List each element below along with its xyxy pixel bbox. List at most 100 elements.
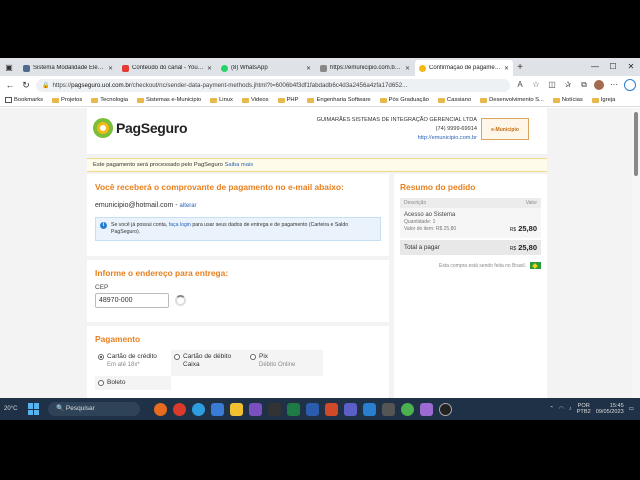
bookmark-folder-noticias[interactable]: Notícias <box>552 97 583 103</box>
window-menu-icon[interactable]: ▣ <box>0 58 18 76</box>
file-explorer-icon[interactable] <box>230 402 243 416</box>
bookmark-label: Engenharia Software <box>316 97 371 103</box>
payment-option-pix[interactable]: Pix Débito Online <box>247 350 323 376</box>
clock[interactable]: 15:45 09/05/2023 <box>596 403 624 416</box>
favorite-star-icon[interactable]: ☆ <box>530 79 542 91</box>
payment-option-debit[interactable]: Cartão de débito Caixa <box>171 350 247 376</box>
page-scrollbar[interactable] <box>632 108 640 398</box>
teams-icon[interactable] <box>344 402 357 416</box>
scrollbar-thumb[interactable] <box>634 112 638 176</box>
tab-0[interactable]: Sistema Modalidade Eletrônica ✕ <box>19 60 117 76</box>
learn-more-link[interactable]: Saiba mais <box>225 162 254 168</box>
radio-selected-icon[interactable] <box>98 354 104 360</box>
edge-icon[interactable] <box>192 402 205 416</box>
reload-icon[interactable]: ↻ <box>20 79 32 91</box>
store-icon[interactable] <box>211 402 224 416</box>
back-arrow-icon[interactable]: ← <box>4 79 16 91</box>
bookmark-folder-linux[interactable]: Linux <box>210 97 233 103</box>
calculator-icon[interactable] <box>382 402 395 416</box>
profile-avatar-icon[interactable] <box>594 80 604 90</box>
close-icon[interactable]: ✕ <box>306 65 311 72</box>
youtube-icon <box>122 64 129 72</box>
radio-icon[interactable] <box>98 380 104 386</box>
photos-icon[interactable] <box>420 402 433 416</box>
payment-option-boleto[interactable]: Boleto <box>95 376 171 390</box>
chrome-icon[interactable] <box>173 402 186 416</box>
close-icon[interactable]: ✕ <box>405 65 410 72</box>
windows-taskbar: 20°C 🔍 Pesquisar ⌃ ◠ ♪ POR PTB2 15:45 09… <box>0 398 640 420</box>
tab-2[interactable]: (8) WhatsApp ✕ <box>217 60 315 76</box>
excel-icon[interactable] <box>287 402 300 416</box>
change-email-link[interactable]: alterar <box>180 203 197 209</box>
payment-option-credit[interactable]: Cartão de crédito Em até 18x* <box>95 350 171 376</box>
bookmark-folder-engenharia[interactable]: Engenharia Software <box>307 97 371 103</box>
word-icon[interactable] <box>306 402 319 416</box>
maximize-icon[interactable]: ☐ <box>604 58 622 76</box>
minimize-icon[interactable]: — <box>586 58 604 76</box>
bing-copilot-icon[interactable] <box>624 79 636 91</box>
read-aloud-icon[interactable]: A <box>514 79 526 91</box>
powerpoint-icon[interactable] <box>325 402 338 416</box>
bookmark-folder-desenvolvimento[interactable]: Desenvolvimento S... <box>480 97 544 103</box>
bookmark-folder-php[interactable]: PHP <box>277 97 298 103</box>
new-tab-button[interactable]: + <box>513 60 527 76</box>
order-summary-column: Resumo do pedido Descrição Valor Acesso … <box>394 174 547 398</box>
close-window-icon[interactable]: ✕ <box>622 58 640 76</box>
obs-icon[interactable] <box>439 402 452 416</box>
folder-icon <box>210 97 218 103</box>
checkout-header: PagSeguro GUIMARÃES SISTEMAS DE INTEGRAÇ… <box>87 108 547 156</box>
taskbar-search[interactable]: 🔍 Pesquisar <box>48 402 140 416</box>
login-link[interactable]: faça login <box>169 222 191 228</box>
chrome-profile-icon[interactable] <box>401 402 414 416</box>
order-summary: Resumo do pedido Descrição Valor Acesso … <box>394 174 547 398</box>
url-path: /checkout/nc/sender-data-payment-methods… <box>130 81 408 89</box>
speaker-icon[interactable]: ♪ <box>569 406 572 412</box>
weather-widget[interactable]: 20°C <box>4 406 22 412</box>
bookmark-label: Projetos <box>61 97 83 103</box>
bookmark-folder-sistemas[interactable]: Sistemas e-Municipio <box>136 97 201 103</box>
language-indicator[interactable]: POR PTB2 <box>577 403 591 415</box>
tab-4-active[interactable]: Confirmação de pagamento ✕ <box>415 60 513 76</box>
visual-studio-icon[interactable] <box>249 402 262 416</box>
tray-chevron-icon[interactable]: ⌃ <box>549 406 554 412</box>
summary-header: Descrição Valor <box>400 198 541 208</box>
checkout-form: Você receberá o comprovante de pagamento… <box>87 174 389 398</box>
lang-line-2: PTB2 <box>576 409 591 415</box>
cep-input[interactable]: 48970-000 <box>95 293 169 308</box>
merchant-phone: (74) 9999-69914 <box>435 126 477 132</box>
notification-icon[interactable]: ▭ <box>629 406 634 412</box>
close-icon[interactable]: ✕ <box>207 65 212 72</box>
close-icon[interactable]: ✕ <box>504 65 509 72</box>
bookmark-bookmarks[interactable]: Bookmarks <box>5 97 43 103</box>
wifi-icon[interactable]: ◠ <box>559 406 564 412</box>
bookmark-folder-projetos[interactable]: Projetos <box>52 97 82 103</box>
url-field[interactable]: 🔒 https://pagseguro.uol.com.br/checkout/n… <box>36 78 510 92</box>
remote-desktop-icon[interactable] <box>363 402 376 416</box>
bookmark-folder-igreja[interactable]: Igreja <box>591 97 615 103</box>
merchant-url[interactable]: http://emunicipio.com.br <box>317 134 477 143</box>
window-controls: — ☐ ✕ <box>586 58 640 76</box>
favorites-icon[interactable]: ✰ <box>562 79 574 91</box>
terminal-icon[interactable] <box>268 402 281 416</box>
bookmark-label: Cassiano <box>446 97 472 103</box>
bookmark-folder-videos[interactable]: Videos <box>241 97 269 103</box>
info-icon: i <box>100 222 107 229</box>
lock-icon[interactable]: 🔒 <box>42 83 49 89</box>
close-icon[interactable]: ✕ <box>108 65 113 72</box>
url-prefix: https:// <box>52 81 72 89</box>
windows-start-icon[interactable] <box>28 403 40 415</box>
tab-3[interactable]: https://emunicipio.com.br/pro ✕ <box>316 60 414 76</box>
tab-label: Confirmação de pagamento <box>429 65 501 71</box>
option-sub: Caixa <box>183 361 200 368</box>
firefox-icon[interactable] <box>154 402 167 416</box>
radio-icon[interactable] <box>174 354 180 360</box>
collections-icon[interactable]: ⧉ <box>578 79 590 91</box>
radio-icon[interactable] <box>250 354 256 360</box>
bookmark-folder-cassiano[interactable]: Cassiano <box>437 97 472 103</box>
more-menu-icon[interactable]: ⋯ <box>608 79 620 91</box>
bookmark-folder-tecnologia[interactable]: Tecnologia <box>91 97 128 103</box>
split-screen-icon[interactable]: ◫ <box>546 79 558 91</box>
bookmark-folder-pos[interactable]: Pós Graduação <box>379 97 429 103</box>
pagseguro-logo[interactable]: PagSeguro <box>93 118 188 138</box>
tab-1[interactable]: Conteúdo do canal - YouTube ✕ <box>118 60 216 76</box>
